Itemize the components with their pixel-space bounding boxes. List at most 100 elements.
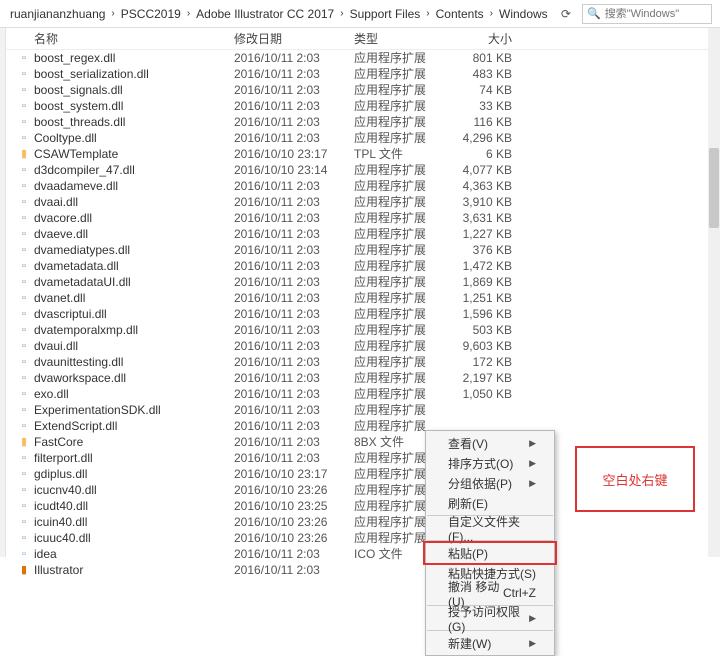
file-row[interactable]: dvaui.dll2016/10/11 2:03应用程序扩展9,603 KB (0, 338, 720, 354)
file-row[interactable]: boost_system.dll2016/10/11 2:03应用程序扩展33 … (0, 98, 720, 114)
menu-item[interactable]: 授予访问权限(G)▶ (426, 608, 554, 628)
file-name: dvametadataUI.dll (34, 274, 234, 290)
file-name: Illustrator (34, 562, 234, 578)
file-row[interactable]: Cooltype.dll2016/10/11 2:03应用程序扩展4,296 K… (0, 130, 720, 146)
file-size: 4,363 KB (444, 178, 524, 194)
col-header-date[interactable]: 修改日期 (234, 30, 354, 47)
chevron-right-icon: › (490, 8, 493, 19)
file-date: 2016/10/11 2:03 (234, 82, 354, 98)
file-type: 应用程序扩展 (354, 82, 444, 98)
menu-item-label: 排序方式(O) (448, 455, 513, 472)
file-row[interactable]: icuuc40.dll2016/10/10 23:26应用程序扩展 (0, 530, 720, 546)
file-row[interactable]: ExperimentationSDK.dll2016/10/11 2:03应用程… (0, 402, 720, 418)
breadcrumb-segment[interactable]: Contents (436, 7, 484, 21)
column-headers[interactable]: 名称 修改日期 类型 大小 (0, 28, 720, 50)
file-row[interactable]: dvaworkspace.dll2016/10/11 2:03应用程序扩展2,1… (0, 370, 720, 386)
dll-icon (14, 242, 34, 258)
file-type: 应用程序扩展 (354, 130, 444, 146)
folder-icon (14, 434, 34, 450)
search-input[interactable] (605, 8, 707, 20)
file-row[interactable]: dvaeve.dll2016/10/11 2:03应用程序扩展1,227 KB (0, 226, 720, 242)
file-row[interactable]: boost_threads.dll2016/10/11 2:03应用程序扩展11… (0, 114, 720, 130)
file-row[interactable]: dvanet.dll2016/10/11 2:03应用程序扩展1,251 KB (0, 290, 720, 306)
col-header-name[interactable]: 名称 (34, 30, 234, 47)
file-row[interactable]: dvascriptui.dll2016/10/11 2:03应用程序扩展1,59… (0, 306, 720, 322)
dll-icon (14, 498, 34, 514)
file-name: idea (34, 546, 234, 562)
file-date: 2016/10/11 2:03 (234, 338, 354, 354)
file-date: 2016/10/11 2:03 (234, 450, 354, 466)
file-date: 2016/10/11 2:03 (234, 370, 354, 386)
file-row[interactable]: dvaadameve.dll2016/10/11 2:03应用程序扩展4,363… (0, 178, 720, 194)
file-name: dvascriptui.dll (34, 306, 234, 322)
breadcrumb-segment[interactable]: ruanjiananzhuang (10, 7, 105, 21)
file-name: boost_regex.dll (34, 50, 234, 66)
menu-item-label: 分组依据(P) (448, 475, 512, 492)
file-size: 74 KB (444, 82, 524, 98)
file-type: 应用程序扩展 (354, 386, 444, 402)
dll-icon (14, 66, 34, 82)
file-row[interactable]: dvamediatypes.dll2016/10/11 2:03应用程序扩展37… (0, 242, 720, 258)
annotation-box: 空白处右键 (575, 446, 695, 512)
col-header-type[interactable]: 类型 (354, 30, 444, 47)
menu-item[interactable]: 刷新(E) (426, 493, 554, 513)
file-row[interactable]: ExtendScript.dll2016/10/11 2:03应用程序扩展 (0, 418, 720, 434)
breadcrumb-segment[interactable]: PSCC2019 (121, 7, 181, 21)
file-type: TPL 文件 (354, 146, 444, 162)
menu-item[interactable]: 分组依据(P)▶ (426, 473, 554, 493)
file-name: dvaai.dll (34, 194, 234, 210)
menu-item[interactable]: 自定义文件夹(F)... (426, 518, 554, 538)
menu-item[interactable]: 新建(W)▶ (426, 633, 554, 653)
scrollbar-track[interactable] (708, 28, 720, 557)
dll-icon (14, 482, 34, 498)
scrollbar-thumb[interactable] (709, 148, 719, 228)
col-header-size[interactable]: 大小 (444, 30, 524, 47)
file-row[interactable]: dvametadataUI.dll2016/10/11 2:03应用程序扩展1,… (0, 274, 720, 290)
file-row[interactable]: boost_regex.dll2016/10/11 2:03应用程序扩展801 … (0, 50, 720, 66)
file-date: 2016/10/11 2:03 (234, 114, 354, 130)
file-date: 2016/10/11 2:03 (234, 562, 354, 578)
menu-item[interactable]: 撤消 移动(U)Ctrl+Z (426, 583, 554, 603)
submenu-arrow-icon: ▶ (529, 438, 536, 449)
file-date: 2016/10/11 2:03 (234, 210, 354, 226)
search-box[interactable]: 🔍 (582, 4, 712, 24)
file-row[interactable]: dvaunittesting.dll2016/10/11 2:03应用程序扩展1… (0, 354, 720, 370)
menu-item[interactable]: 粘贴(P) (426, 543, 554, 563)
file-type: 应用程序扩展 (354, 98, 444, 114)
menu-item-shortcut: Ctrl+Z (503, 586, 536, 600)
file-date: 2016/10/11 2:03 (234, 434, 354, 450)
menu-item[interactable]: 排序方式(O)▶ (426, 453, 554, 473)
file-size: 3,631 KB (444, 210, 524, 226)
file-row[interactable]: icuin40.dll2016/10/10 23:26应用程序扩展 (0, 514, 720, 530)
refresh-button[interactable]: ⟳ (554, 7, 578, 21)
menu-item[interactable]: 查看(V)▶ (426, 433, 554, 453)
dll-icon (14, 290, 34, 306)
file-name: dvaadameve.dll (34, 178, 234, 194)
file-name: d3dcompiler_47.dll (34, 162, 234, 178)
breadcrumb[interactable]: ruanjiananzhuang › PSCC2019 › Adobe Illustra… (4, 7, 554, 21)
dll-icon (14, 114, 34, 130)
breadcrumb-segment[interactable]: Windows (499, 7, 548, 21)
file-row[interactable]: dvatemporalxmp.dll2016/10/11 2:03应用程序扩展5… (0, 322, 720, 338)
dll-icon (14, 418, 34, 434)
file-row[interactable]: exo.dll2016/10/11 2:03应用程序扩展1,050 KB (0, 386, 720, 402)
file-row[interactable]: Illustrator2016/10/11 2:03 (0, 562, 720, 578)
breadcrumb-segment[interactable]: Adobe Illustrator CC 2017 (196, 7, 334, 21)
chevron-right-icon: › (426, 8, 429, 19)
file-row[interactable]: idea2016/10/11 2:03ICO 文件 (0, 546, 720, 562)
menu-item-label: 授予访问权限(G) (448, 603, 529, 634)
file-row[interactable]: dvaai.dll2016/10/11 2:03应用程序扩展3,910 KB (0, 194, 720, 210)
file-row[interactable]: boost_serialization.dll2016/10/11 2:03应用… (0, 66, 720, 82)
file-row[interactable]: boost_signals.dll2016/10/11 2:03应用程序扩展74… (0, 82, 720, 98)
file-row[interactable]: dvametadata.dll2016/10/11 2:03应用程序扩展1,47… (0, 258, 720, 274)
file-row[interactable]: dvacore.dll2016/10/11 2:03应用程序扩展3,631 KB (0, 210, 720, 226)
file-size: 116 KB (444, 114, 524, 130)
file-row[interactable]: CSAWTemplate2016/10/10 23:17TPL 文件6 KB (0, 146, 720, 162)
file-name: icucnv40.dll (34, 482, 234, 498)
file-row[interactable]: d3dcompiler_47.dll2016/10/10 23:14应用程序扩展… (0, 162, 720, 178)
file-name: icudt40.dll (34, 498, 234, 514)
breadcrumb-segment[interactable]: Support Files (350, 7, 421, 21)
file-date: 2016/10/11 2:03 (234, 130, 354, 146)
dll-icon (14, 354, 34, 370)
annotation-text: 空白处右键 (602, 470, 667, 489)
